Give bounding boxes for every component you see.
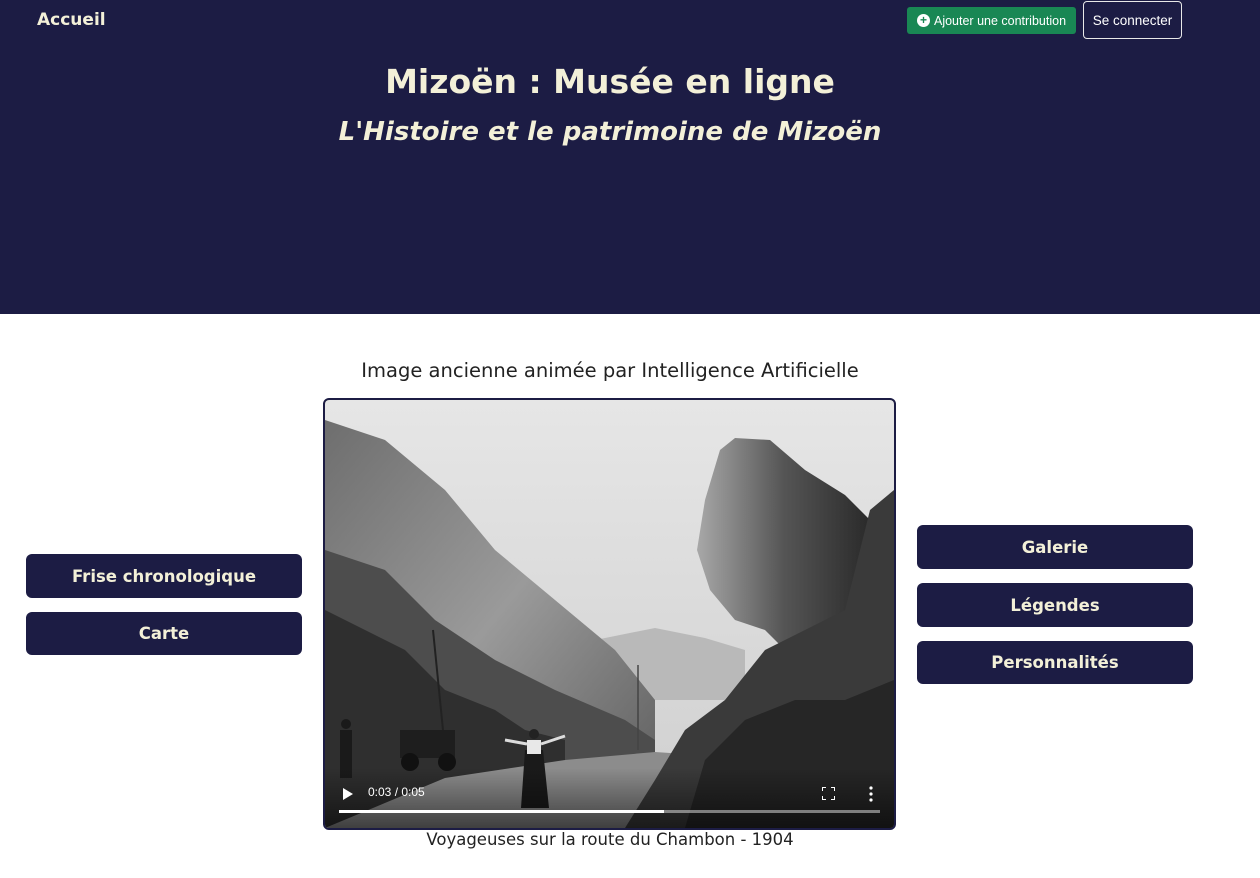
- map-button[interactable]: Carte: [26, 612, 302, 655]
- more-options-icon[interactable]: [868, 786, 874, 802]
- section-title: Image ancienne animée par Intelligence A…: [361, 359, 859, 382]
- add-contribution-button[interactable]: + Ajouter une contribution: [907, 7, 1076, 34]
- legends-button[interactable]: Légendes: [917, 583, 1193, 627]
- nav-home-link[interactable]: Accueil: [37, 10, 106, 30]
- video-progress-bar[interactable]: [339, 810, 880, 813]
- video-time: 0:03 / 0:05: [368, 785, 425, 799]
- login-button[interactable]: Se connecter: [1083, 1, 1182, 39]
- video-player[interactable]: 0:03 / 0:05: [323, 398, 896, 830]
- plus-circle-icon: +: [916, 14, 930, 27]
- fullscreen-icon[interactable]: [822, 787, 835, 800]
- site-header: Accueil + Ajouter une contribution Se co…: [0, 0, 1260, 314]
- site-title: Mizoën : Musée en ligne: [385, 62, 835, 101]
- site-subtitle: L'Histoire et le patrimoine de Mizoën: [338, 117, 882, 147]
- personalities-button[interactable]: Personnalités: [917, 641, 1193, 684]
- video-progress-fill: [339, 810, 664, 813]
- add-contribution-label: Ajouter une contribution: [933, 13, 1067, 28]
- play-icon[interactable]: [343, 788, 353, 800]
- timeline-button[interactable]: Frise chronologique: [26, 554, 302, 598]
- video-controls: 0:03 / 0:05: [325, 768, 894, 828]
- video-caption: Voyageuses sur la route du Chambon - 190…: [426, 830, 794, 849]
- video-frame-image: [325, 400, 894, 828]
- gallery-button[interactable]: Galerie: [917, 525, 1193, 569]
